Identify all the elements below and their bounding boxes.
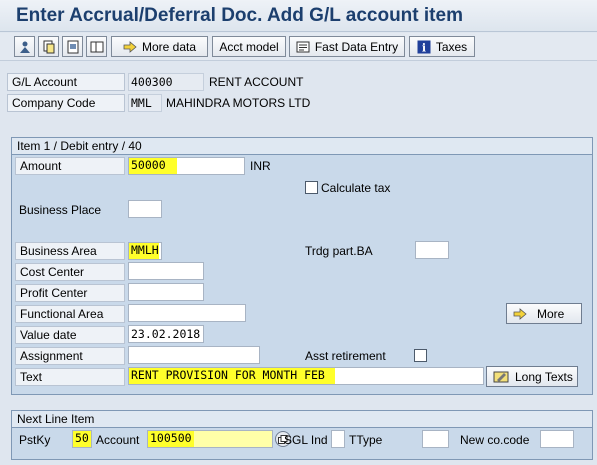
pages-button[interactable] [86, 36, 107, 57]
info-icon: i [417, 40, 431, 54]
pages-icon [90, 40, 104, 54]
taxes-label: Taxes [435, 39, 468, 54]
ttype-label: TType [349, 433, 383, 447]
account-field[interactable]: 100500 [147, 430, 273, 448]
copy-button[interactable] [38, 36, 59, 57]
asst-retirement-checkbox[interactable] [414, 349, 427, 362]
amount-field[interactable]: 50000 [128, 157, 245, 175]
pstky-label: PstKy [19, 433, 51, 447]
fast-data-entry-button[interactable]: Fast Data Entry [289, 36, 405, 57]
calculate-tax-checkbox[interactable] [305, 181, 318, 194]
gl-account-label: G/L Account [7, 73, 125, 91]
application-toolbar: More data Acct model Fast Data Entry i T… [0, 33, 597, 61]
cost-center-field[interactable] [128, 262, 204, 280]
item-group-title: Item 1 / Debit entry / 40 [11, 137, 593, 155]
taxes-button[interactable]: i Taxes [409, 36, 475, 57]
more-button-label: More [537, 306, 565, 321]
more-data-label: More data [141, 39, 197, 54]
company-code-field[interactable]: MML [128, 94, 162, 112]
functional-area-field[interactable] [128, 304, 246, 322]
assignment-field[interactable] [128, 346, 260, 364]
page-title: Enter Accrual/Deferral Doc. Add G/L acco… [16, 5, 463, 26]
cost-center-label: Cost Center [15, 263, 125, 281]
amount-label: Amount [15, 157, 125, 175]
display-icon [18, 40, 32, 54]
copy-icon [42, 40, 56, 54]
gl-account-field[interactable]: 400300 [128, 73, 204, 91]
new-co-code-label: New co.code [460, 433, 530, 447]
value-date-field[interactable]: 23.02.2018 [128, 325, 204, 343]
long-texts-icon [493, 370, 509, 384]
acct-model-label: Acct model [219, 39, 279, 54]
fast-data-entry-label: Fast Data Entry [314, 39, 399, 54]
asst-retirement-label: Asst retirement [305, 349, 386, 363]
long-texts-button[interactable]: Long Texts [486, 366, 578, 387]
acct-model-button[interactable]: Acct model [212, 36, 286, 57]
long-texts-label: Long Texts [515, 369, 573, 384]
account-value: 100500 [148, 431, 194, 447]
pstky-field[interactable]: 50 [72, 430, 92, 448]
business-area-label: Business Area [15, 242, 125, 260]
new-co-code-field[interactable] [540, 430, 574, 448]
business-area-value: MMLH [129, 243, 159, 259]
business-place-field[interactable] [128, 200, 162, 218]
company-code-label: Company Code [7, 94, 125, 112]
more-data-button[interactable]: More data [111, 36, 208, 57]
trdg-part-label: Trdg part.BA [305, 244, 373, 258]
ttype-field[interactable] [422, 430, 449, 448]
hold-icon [66, 40, 80, 54]
business-place-label: Business Place [19, 203, 102, 217]
company-name: MAHINDRA MOTORS LTD [166, 96, 311, 110]
currency-label: INR [250, 159, 271, 173]
pstky-value: 50 [73, 431, 91, 447]
trdg-part-field[interactable] [415, 241, 449, 259]
text-value: RENT PROVISION FOR MONTH FEB [129, 368, 335, 384]
value-date-label: Value date [15, 326, 125, 344]
gl-account-name: RENT ACCOUNT [209, 75, 304, 89]
text-label: Text [15, 368, 125, 386]
text-field[interactable]: RENT PROVISION FOR MONTH FEB [128, 367, 484, 385]
next-line-group-title: Next Line Item [11, 410, 593, 428]
profit-center-field[interactable] [128, 283, 204, 301]
svg-text:i: i [422, 41, 426, 54]
account-label: Account [96, 433, 140, 447]
arrow-right-icon [513, 307, 527, 321]
sgl-ind-label: SGL Ind [284, 433, 328, 447]
amount-value: 50000 [129, 158, 177, 174]
fast-entry-icon [296, 40, 310, 54]
profit-center-label: Profit Center [15, 284, 125, 302]
assignment-label: Assignment [15, 347, 125, 365]
calculate-tax-label: Calculate tax [321, 181, 391, 195]
business-area-field[interactable]: MMLH [128, 242, 162, 260]
more-button[interactable]: More [506, 303, 582, 324]
hold-button[interactable] [62, 36, 83, 57]
display-button[interactable] [14, 36, 35, 57]
sgl-ind-field[interactable] [331, 430, 345, 448]
arrow-right-icon [123, 40, 137, 54]
functional-area-label: Functional Area [15, 305, 125, 323]
